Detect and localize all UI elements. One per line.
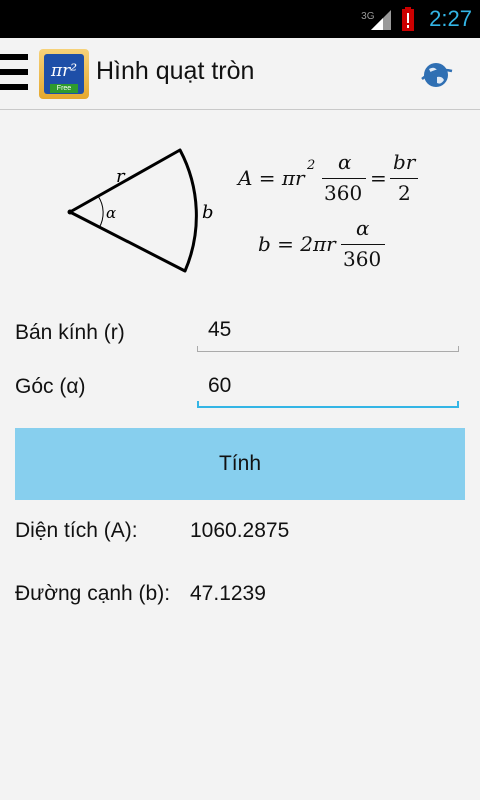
action-bar: πr² Free Hình quạt tròn	[0, 38, 480, 110]
radius-label-text: Bán kính (r)	[15, 321, 125, 344]
menu-icon[interactable]	[0, 54, 30, 96]
free-badge: Free	[50, 84, 78, 93]
angle-label-text: Góc (α)	[15, 375, 86, 398]
globe-icon[interactable]	[419, 57, 455, 93]
status-bar: 3G 2:27	[0, 0, 480, 38]
angle-label: α	[106, 204, 116, 222]
status-icons: 3G 2:27	[361, 0, 472, 38]
arc-result-label: Đường cạnh (b):	[15, 582, 171, 605]
angle-input[interactable]: 60	[197, 368, 459, 408]
area-result-label: Diện tích (A):	[15, 519, 138, 542]
radius-label: r	[116, 166, 126, 187]
signal-icon: 3G	[361, 6, 393, 32]
clock: 2:27	[429, 6, 472, 31]
calculate-button[interactable]: Tính	[15, 428, 465, 500]
angle-input-value: 60	[208, 374, 232, 397]
battery-alert-icon	[402, 7, 415, 31]
radius-input-value: 45	[208, 318, 232, 341]
sector-diagram: r α b	[67, 148, 214, 273]
app-icon[interactable]: πr² Free	[39, 49, 89, 99]
arc-label: b	[202, 202, 214, 223]
area-result-value: 1060.2875	[190, 519, 290, 542]
arc-result-value: 47.1239	[190, 582, 266, 605]
page-title: Hình quạt tròn	[96, 57, 255, 85]
network-type-label: 3G	[361, 11, 375, 22]
radius-input[interactable]: 45	[197, 312, 459, 352]
